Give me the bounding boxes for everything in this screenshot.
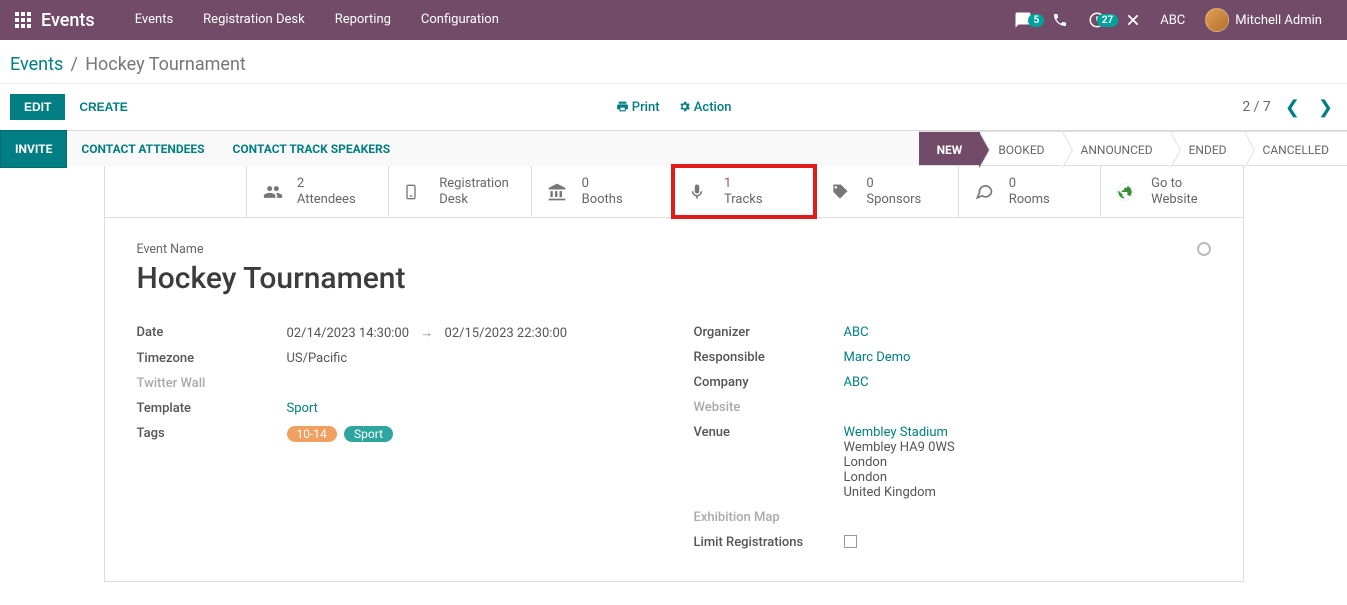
status-bar: INVITE CONTACT ATTENDEES CONTACT TRACK S… (0, 130, 1347, 166)
breadcrumb: Events / Hockey Tournament (0, 40, 1347, 84)
contact-attendees-button[interactable]: CONTACT ATTENDEES (67, 131, 218, 167)
print-menu[interactable]: Print (616, 100, 660, 115)
organizer-value[interactable]: ABC (844, 325, 1211, 340)
venue-name[interactable]: Wembley Stadium (844, 425, 1211, 440)
topbar: Events Events Registration Desk Reportin… (0, 0, 1347, 40)
smartbtn-go-to-website[interactable]: Go toWebsite (1100, 166, 1242, 217)
avatar (1205, 8, 1229, 32)
limit-registrations-checkbox[interactable] (844, 535, 857, 548)
clock-icon[interactable]: 27 (1078, 11, 1116, 29)
contact-track-speakers-button[interactable]: CONTACT TRACK SPEAKERS (219, 131, 405, 167)
company-value[interactable]: ABC (844, 375, 1211, 390)
tags-label: Tags (137, 426, 287, 442)
create-button[interactable]: CREATE (65, 94, 141, 120)
microphone-icon (688, 182, 712, 202)
limit-registrations-label: Limit Registrations (694, 535, 844, 552)
company-label: Company (694, 375, 844, 390)
smartbtn-registration-desk[interactable]: RegistrationDesk (388, 166, 530, 217)
venue-value: Wembley Stadium Wembley HA9 0WS London L… (844, 425, 1211, 500)
smart-button-row: 2Attendees RegistrationDesk 0Booths 1Tra… (105, 166, 1243, 218)
exhibition-map-value (844, 510, 1211, 525)
smartbtn-booths[interactable]: 0Booths (531, 166, 673, 217)
building-icon (546, 182, 570, 202)
user-menu[interactable]: Mitchell Admin (1195, 8, 1332, 32)
date-value: 02/14/2023 14:30:00 → 02/15/2023 22:30:0… (287, 325, 654, 341)
apps-icon[interactable] (15, 12, 31, 28)
date-label: Date (137, 325, 287, 341)
breadcrumb-root[interactable]: Events (10, 54, 63, 75)
website-value (844, 400, 1211, 415)
tag-10-14[interactable]: 10-14 (287, 426, 337, 442)
smartbtn-spacer (105, 166, 246, 217)
stage-booked[interactable]: BOOKED (980, 131, 1062, 166)
control-row: EDIT CREATE Print Action 2 / 7 ❮ ❯ (0, 84, 1347, 130)
users-icon (261, 182, 285, 202)
nav-reporting[interactable]: Reporting (320, 0, 406, 40)
organizer-label: Organizer (694, 325, 844, 340)
invite-button[interactable]: INVITE (0, 130, 67, 168)
stage-new[interactable]: NEW (919, 131, 981, 166)
smartbtn-rooms[interactable]: 0Rooms (958, 166, 1100, 217)
clock-badge: 27 (1097, 14, 1118, 27)
pager-prev[interactable]: ❮ (1281, 97, 1304, 118)
form-right-col: Organizer ABC Responsible Marc Demo Comp… (694, 320, 1211, 557)
stage-cancelled[interactable]: CANCELLED (1245, 131, 1347, 166)
edit-button[interactable]: EDIT (10, 94, 65, 120)
venue-label: Venue (694, 425, 844, 500)
tag-icon (830, 182, 854, 202)
form-left-col: Date 02/14/2023 14:30:00 → 02/15/2023 22… (137, 320, 654, 557)
messages-icon[interactable]: 5 (1004, 11, 1042, 29)
company-switcher[interactable]: ABC (1150, 13, 1195, 28)
limit-registrations-value (844, 535, 1211, 552)
arrow-right-icon: → (420, 326, 433, 341)
template-label: Template (137, 401, 287, 416)
responsible-value[interactable]: Marc Demo (844, 350, 1211, 365)
form-sheet: 2Attendees RegistrationDesk 0Booths 1Tra… (104, 166, 1244, 582)
smartbtn-tracks[interactable]: 1Tracks (673, 166, 815, 217)
stage-ended[interactable]: ENDED (1171, 131, 1245, 166)
timezone-value: US/Pacific (287, 351, 654, 366)
nav-configuration[interactable]: Configuration (406, 0, 514, 40)
smartbtn-attendees[interactable]: 2Attendees (246, 166, 388, 217)
nav-registration-desk[interactable]: Registration Desk (188, 0, 320, 40)
timezone-label: Timezone (137, 351, 287, 366)
event-name-label: Event Name (137, 242, 1211, 257)
stage-announced[interactable]: ANNOUNCED (1063, 131, 1171, 166)
close-icon[interactable] (1116, 13, 1150, 27)
breadcrumb-current: Hockey Tournament (85, 54, 246, 75)
phone-icon[interactable] (1042, 12, 1078, 28)
twitter-wall-label: Twitter Wall (137, 376, 287, 391)
twitter-wall-value (287, 376, 654, 391)
event-name: Hockey Tournament (137, 261, 1211, 296)
exhibition-map-label: Exhibition Map (694, 510, 844, 525)
chat-icon (973, 182, 997, 202)
brand[interactable]: Events (41, 10, 95, 31)
website-label: Website (694, 400, 844, 415)
kanban-state-dot[interactable] (1197, 242, 1211, 256)
action-menu[interactable]: Action (678, 100, 732, 115)
globe-icon (1115, 182, 1139, 202)
tags-value: 10-14 Sport (287, 426, 654, 442)
breadcrumb-sep: / (71, 54, 78, 75)
responsible-label: Responsible (694, 350, 844, 365)
nav-events[interactable]: Events (120, 0, 188, 40)
pager[interactable]: 2 / 7 (1242, 99, 1270, 115)
smartbtn-sponsors[interactable]: 0Sponsors (815, 166, 957, 217)
tag-sport[interactable]: Sport (344, 426, 393, 442)
user-name: Mitchell Admin (1235, 13, 1322, 28)
mobile-icon (403, 182, 427, 202)
pager-next[interactable]: ❯ (1314, 97, 1337, 118)
template-value[interactable]: Sport (287, 401, 654, 416)
